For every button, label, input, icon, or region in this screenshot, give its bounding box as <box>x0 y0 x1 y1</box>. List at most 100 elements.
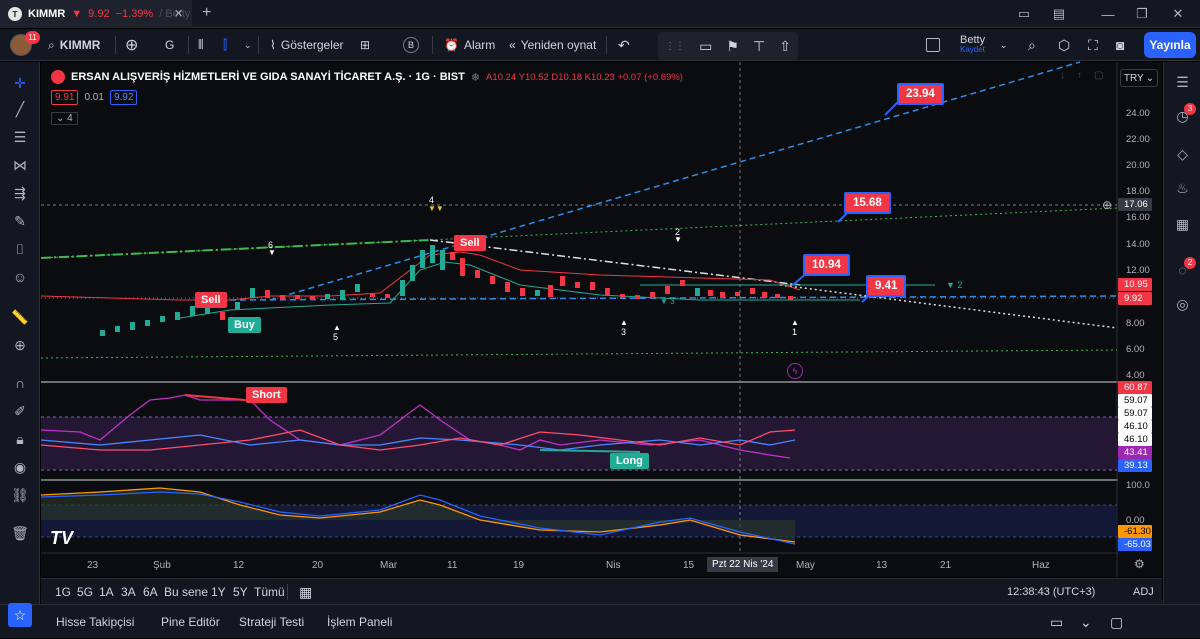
adj-toggle[interactable]: ADJ <box>1133 579 1154 605</box>
arrow-up-icon[interactable]: ↑ <box>1077 70 1082 81</box>
sell-signal: Sell <box>454 235 486 251</box>
target-label-15: 15.68 <box>844 192 891 214</box>
high-price-label: 10.95 <box>1118 278 1152 291</box>
wave-number: 2 <box>957 280 963 290</box>
price-tick: 18.00 <box>1126 186 1150 197</box>
add-alert-plus-icon[interactable]: ⊕ <box>1102 198 1112 212</box>
divider <box>287 584 288 600</box>
panel-tab-pine[interactable]: Pine Editör <box>161 605 220 639</box>
goto-date-button[interactable]: ▦ <box>299 579 312 605</box>
close-value: K10.23 <box>584 71 615 83</box>
target-label-23: 23.94 <box>897 83 944 105</box>
osc-label: 60.87 <box>1118 381 1152 394</box>
price-tick: 20.00 <box>1126 160 1150 171</box>
macd-label: -61.30 <box>1118 525 1152 538</box>
range-5g[interactable]: 5G <box>77 579 93 605</box>
indicators-collapse-button[interactable]: ⌄ 4 <box>51 112 78 125</box>
time-tick: Mar <box>380 560 398 571</box>
panel-tab-strategy[interactable]: Strateji Testi <box>239 605 304 639</box>
range-all[interactable]: Tümü <box>254 579 285 605</box>
chevron-down-icon[interactable]: ⌄ <box>1080 605 1092 639</box>
range-bar: 1G 5G 1A 3A 6A Bu sene 1Y 5Y Tümü ▦ 12:3… <box>41 578 1162 604</box>
time-tick: Nis <box>606 560 621 571</box>
lightning-icon[interactable]: ϟ <box>787 363 803 379</box>
macd-label: -65.03 <box>1118 538 1152 551</box>
currency-label: TRY <box>1123 72 1144 84</box>
long-signal: Long <box>610 453 649 469</box>
snowflake-icon: ❄ <box>470 71 481 84</box>
price-tick: 12.00 <box>1126 265 1150 276</box>
osc-label: 39.13 <box>1118 459 1152 472</box>
ask-price[interactable]: 9.92 <box>109 90 138 105</box>
collapse-panel-icon[interactable]: ▭ <box>1050 605 1063 639</box>
price-tick: 14.00 <box>1126 239 1150 250</box>
bid-price[interactable]: 9.91 <box>51 90 79 105</box>
down-triangle-icon: ▼▼ <box>428 204 444 213</box>
range-5y[interactable]: 5Y <box>233 579 248 605</box>
time-tick: 15 <box>683 560 695 571</box>
bid-ask-box: 9.91 0.01 9.92 <box>51 90 138 105</box>
time-tick: 23 <box>87 560 99 571</box>
low-value: D10.18 <box>551 71 583 83</box>
up-triangle-icon: ▲ <box>333 323 341 332</box>
time-tick: 12 <box>233 560 245 571</box>
short-signal: Short <box>246 387 287 403</box>
range-ytd[interactable]: Bu sene <box>164 579 208 605</box>
osc-label: 46.10 <box>1118 420 1152 433</box>
change-value: +0.07 (+0.69%) <box>617 71 683 83</box>
range-1a[interactable]: 1A <box>99 579 114 605</box>
time-tick: 21 <box>940 560 952 571</box>
macd-tick: 100.0 <box>1126 480 1150 491</box>
chevron-down-icon: ⌄ <box>1145 72 1155 84</box>
crosshair-price-label: 17.06 <box>1118 198 1152 211</box>
pane-controls: ↓ ↑ ▢ <box>1060 70 1103 81</box>
bottom-panels-bar: Hisse Takipçisi Pine Editör Strateji Tes… <box>0 604 1200 638</box>
osc-label: 59.07 <box>1118 407 1152 420</box>
maximize-pane-icon[interactable]: ▢ <box>1094 70 1103 81</box>
indicator-count: 4 <box>67 113 73 124</box>
buy-signal: Buy <box>228 317 261 333</box>
currency-selector[interactable]: TRY ⌄ <box>1120 69 1158 87</box>
target-label-10: 10.94 <box>803 254 850 276</box>
price-tick: 6.00 <box>1126 344 1145 355</box>
wave-label: 3 <box>621 327 627 337</box>
osc-label: 46.10 <box>1118 433 1152 446</box>
range-3a[interactable]: 3A <box>121 579 136 605</box>
range-1g[interactable]: 1G <box>55 579 71 605</box>
price-tick: 4.00 <box>1126 370 1145 381</box>
spread: 0.01 <box>84 92 104 103</box>
osc-label: 59.07 <box>1118 394 1152 407</box>
arrow-down-icon[interactable]: ↓ <box>1060 70 1065 81</box>
time-tick: Şub <box>153 560 171 571</box>
axis-settings-icon[interactable]: ⚙ <box>1134 557 1145 571</box>
wave-label-green: ▼ 2 <box>946 280 963 290</box>
ohlc-values: A10.24 Y10.52 D10.18 K10.23 +0.07 (+0.69… <box>486 72 683 83</box>
price-tick: 22.00 <box>1126 134 1150 145</box>
calendar-icon: ▦ <box>299 583 313 600</box>
panel-tab-screener[interactable]: Hisse Takipçisi <box>56 605 134 639</box>
price-tick: 24.00 <box>1126 108 1150 119</box>
price-tick: 8.00 <box>1126 318 1145 329</box>
high-value: Y10.52 <box>518 71 549 83</box>
sell-signal: Sell <box>195 292 227 308</box>
favorites-star-icon[interactable]: ☆ <box>8 603 32 627</box>
time-tick: May <box>796 560 815 571</box>
range-6a[interactable]: 6A <box>143 579 158 605</box>
symbol-fullname[interactable]: ERSAN ALIŞVERİŞ HİZMETLERİ VE GIDA SANAY… <box>71 71 465 83</box>
panel-tab-trading[interactable]: İşlem Paneli <box>327 605 392 639</box>
down-triangle-icon: ▼ <box>674 235 682 244</box>
wave-number: 3 <box>670 297 675 306</box>
candles <box>100 245 793 336</box>
time-tick: 20 <box>312 560 324 571</box>
clock-label[interactable]: 12:38:43 (UTC+3) <box>1007 579 1095 605</box>
chart-svg <box>40 61 1118 577</box>
down-triangle-icon: ▼ <box>268 248 276 257</box>
range-1y[interactable]: 1Y <box>211 579 226 605</box>
time-tick: Haz <box>1032 560 1050 571</box>
target-label-9: 9.41 <box>866 275 907 297</box>
osc-label: 43.41 <box>1118 446 1152 459</box>
maximize-panel-icon[interactable]: ▢ <box>1110 605 1123 639</box>
time-tick: 13 <box>876 560 888 571</box>
open-value: A10.24 <box>486 71 517 83</box>
time-tick: 19 <box>513 560 525 571</box>
